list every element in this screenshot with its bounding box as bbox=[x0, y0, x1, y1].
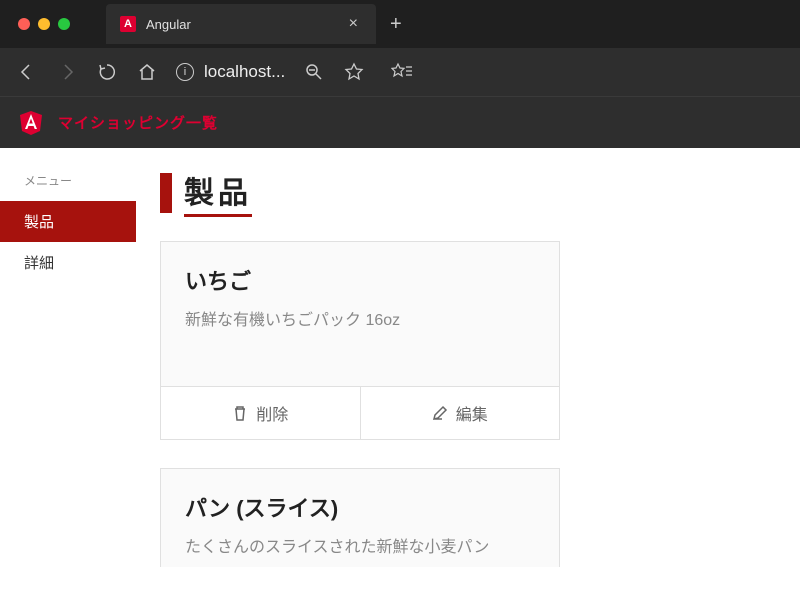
product-card: いちご 新鮮な有機いちごパック 16oz 削除 編集 bbox=[160, 241, 560, 440]
window-controls bbox=[0, 18, 88, 30]
card-body: パン (スライス) たくさんのスライスされた新鮮な小麦パン bbox=[161, 469, 559, 567]
close-window-button[interactable] bbox=[18, 18, 30, 30]
product-description: 新鮮な有機いちごパック 16oz bbox=[185, 306, 535, 330]
product-card: パン (スライス) たくさんのスライスされた新鮮な小麦パン bbox=[160, 468, 560, 567]
new-tab-button[interactable]: + bbox=[376, 13, 416, 36]
home-button[interactable] bbox=[136, 61, 158, 83]
product-name: パン (スライス) bbox=[185, 491, 535, 523]
site-info-icon[interactable]: i bbox=[176, 63, 194, 81]
product-description: たくさんのスライスされた新鮮な小麦パン bbox=[185, 533, 535, 557]
sidebar-item-label: 詳細 bbox=[24, 255, 54, 272]
content-area: 製品 いちご 新鮮な有機いちごパック 16oz 削除 編集 bbox=[136, 148, 800, 595]
app-title: マイショッピング一覧 bbox=[58, 112, 218, 133]
zoom-out-button[interactable] bbox=[303, 61, 325, 83]
sidebar: メニュー 製品 詳細 bbox=[0, 148, 136, 595]
menu-label: メニュー bbox=[0, 172, 136, 201]
back-button[interactable] bbox=[16, 61, 38, 83]
angular-favicon-icon: A bbox=[120, 16, 136, 32]
sidebar-item-label: 製品 bbox=[24, 214, 54, 231]
trash-icon bbox=[232, 405, 248, 421]
forward-button[interactable] bbox=[56, 61, 78, 83]
delete-label: 削除 bbox=[256, 401, 288, 425]
browser-toolbar: i localhost... bbox=[0, 48, 800, 96]
page-title: 製品 bbox=[184, 168, 252, 217]
delete-button[interactable]: 削除 bbox=[161, 387, 361, 439]
maximize-window-button[interactable] bbox=[58, 18, 70, 30]
url-text: localhost... bbox=[204, 62, 285, 82]
edit-button[interactable]: 編集 bbox=[361, 387, 560, 439]
window-titlebar: A Angular × + bbox=[0, 0, 800, 48]
edit-icon bbox=[432, 405, 448, 421]
sidebar-item-products[interactable]: 製品 bbox=[0, 201, 136, 242]
minimize-window-button[interactable] bbox=[38, 18, 50, 30]
tab-title: Angular bbox=[146, 17, 335, 32]
edit-label: 編集 bbox=[456, 401, 488, 425]
product-name: いちご bbox=[185, 264, 535, 296]
heading-accent-bar bbox=[160, 173, 172, 213]
sidebar-item-details[interactable]: 詳細 bbox=[0, 242, 136, 283]
address-bar[interactable]: i localhost... bbox=[176, 62, 285, 82]
browser-tab[interactable]: A Angular × bbox=[106, 4, 376, 44]
favorite-button[interactable] bbox=[343, 61, 365, 83]
favorites-list-button[interactable] bbox=[391, 61, 413, 83]
main-layout: メニュー 製品 詳細 製品 いちご 新鮮な有機いちごパック 16oz 削 bbox=[0, 148, 800, 595]
card-body: いちご 新鮮な有機いちごパック 16oz bbox=[161, 242, 559, 386]
close-tab-button[interactable]: × bbox=[345, 13, 362, 35]
app-header: マイショッピング一覧 bbox=[0, 96, 800, 148]
angular-logo-icon bbox=[20, 111, 42, 135]
refresh-button[interactable] bbox=[96, 61, 118, 83]
page-heading: 製品 bbox=[160, 168, 760, 217]
card-actions: 削除 編集 bbox=[161, 386, 559, 439]
